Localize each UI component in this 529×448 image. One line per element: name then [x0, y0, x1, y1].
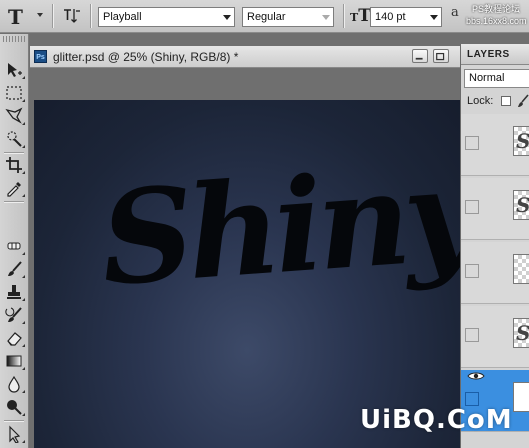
toolbar-separator	[4, 152, 24, 153]
eraser-tool-icon[interactable]	[3, 328, 25, 348]
document-canvas[interactable]: Shiny	[34, 100, 477, 448]
type-tool-preset-icon[interactable]: T	[8, 5, 23, 29]
layer-row[interactable]: S	[461, 306, 529, 368]
watermark-logo: UiBQ.CoM	[360, 405, 513, 435]
font-size-large-glyph: T	[358, 6, 371, 26]
tools-panel	[0, 34, 29, 448]
path-selection-tool-icon[interactable]	[3, 424, 25, 444]
layers-panel-title: LAYERS	[467, 49, 510, 60]
options-separator	[52, 4, 53, 28]
toolbar-grip[interactable]	[3, 36, 25, 42]
lock-label: Lock:	[467, 95, 494, 107]
blend-mode-select[interactable]: Normal	[464, 69, 529, 88]
lasso-tool-icon[interactable]	[3, 106, 25, 126]
eyedropper-tool-icon[interactable]	[3, 178, 25, 198]
toolbar-separator	[4, 201, 24, 202]
chevron-down-icon[interactable]	[220, 8, 234, 26]
layer-thumbnail: S	[513, 190, 529, 220]
layers-panel-tab[interactable]: LAYERS	[461, 44, 529, 65]
maximize-icon	[436, 52, 445, 61]
font-size-value: 140 pt	[375, 11, 406, 23]
layer-thumbnail: S	[513, 126, 529, 156]
toolbar-separator	[4, 420, 24, 421]
font-style-value: Regular	[247, 11, 286, 23]
font-style-select[interactable]: Regular	[242, 7, 334, 27]
font-size-small-glyph: T	[350, 11, 359, 24]
healing-brush-tool-icon[interactable]	[3, 236, 25, 256]
dodge-tool-icon[interactable]	[3, 397, 25, 417]
move-tool-icon[interactable]	[3, 60, 25, 80]
blur-tool-icon[interactable]	[3, 374, 25, 394]
watermark-top-text: PS教程论坛	[472, 4, 521, 14]
chevron-down-icon[interactable]	[319, 8, 333, 26]
brush-tool-icon[interactable]	[3, 259, 25, 279]
layer-thumbnail	[513, 382, 529, 412]
options-separator	[343, 4, 344, 28]
clone-stamp-tool-icon[interactable]	[3, 282, 25, 302]
layer-thumbnail	[513, 254, 529, 284]
document-title: glitter.psd @ 25% (Shiny, RGB/8) *	[53, 50, 239, 64]
photoshop-file-icon: Ps	[34, 50, 47, 63]
layer-visibility-toggle[interactable]	[465, 392, 479, 406]
document-tab[interactable]: Ps glitter.psd @ 25% (Shiny, RGB/8) *	[30, 46, 460, 68]
layer-thumbnail: S	[513, 318, 529, 348]
font-family-select[interactable]: Playball	[98, 7, 235, 27]
layer-visibility-toggle[interactable]	[465, 136, 479, 150]
chevron-down-icon[interactable]	[427, 8, 441, 26]
options-bar: T Playball Regular TT 140 pt a PS教程论坛 bb…	[0, 0, 529, 33]
gradient-tool-icon[interactable]	[3, 351, 25, 371]
eye-icon[interactable]	[467, 371, 485, 381]
options-separator	[90, 4, 91, 28]
layer-row[interactable]: S	[461, 114, 529, 176]
layers-panel: LAYERS Normal Lock: S S S	[460, 44, 529, 448]
tool-preset-dropdown-icon[interactable]	[37, 13, 43, 17]
marquee-tool-icon[interactable]	[3, 83, 25, 103]
layer-row[interactable]	[461, 242, 529, 304]
quick-selection-tool-icon[interactable]	[3, 129, 25, 149]
font-size-select[interactable]: 140 pt	[370, 7, 442, 27]
lock-image-pixels-icon[interactable]	[517, 94, 529, 108]
minimize-button[interactable]	[412, 49, 428, 63]
font-size-icon: TT	[350, 6, 371, 26]
layer-visibility-toggle[interactable]	[465, 328, 479, 342]
font-family-value: Playball	[103, 11, 142, 23]
minimize-icon	[415, 57, 423, 60]
photoshop-window: T Playball Regular TT 140 pt a PS教程论坛 bb…	[0, 0, 529, 448]
antialias-icon[interactable]: a	[451, 5, 459, 20]
maximize-button[interactable]	[433, 49, 449, 63]
canvas-text-layer[interactable]: Shiny	[96, 139, 477, 315]
text-orientation-icon[interactable]	[63, 7, 81, 25]
lock-transparent-pixels-checkbox[interactable]	[501, 96, 511, 106]
history-brush-tool-icon[interactable]	[3, 305, 25, 325]
watermark-url-text: bbs.16xx8.com	[466, 16, 527, 26]
layer-visibility-toggle[interactable]	[465, 264, 479, 278]
layer-row[interactable]: S	[461, 178, 529, 240]
crop-tool-icon[interactable]	[3, 155, 25, 175]
layer-visibility-toggle[interactable]	[465, 200, 479, 214]
canvas-area[interactable]: Shiny	[30, 68, 477, 448]
